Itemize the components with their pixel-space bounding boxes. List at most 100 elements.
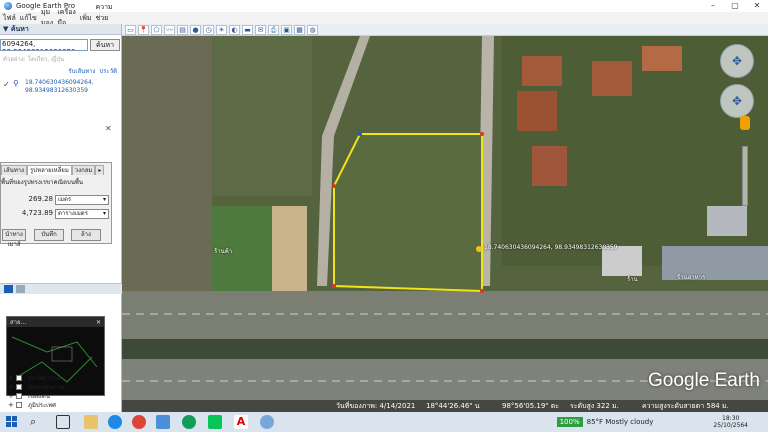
- windows-start-icon[interactable]: [6, 416, 18, 428]
- search-button[interactable]: ค้นหา: [90, 39, 120, 51]
- clear-button[interactable]: ล้าง: [71, 229, 101, 241]
- poi-label[interactable]: ร้านอาหาร: [677, 272, 705, 282]
- clock-date: 25/10/2564: [713, 422, 748, 429]
- sidebar-toggle-icon[interactable]: ▭: [125, 24, 136, 35]
- perimeter-unit-select[interactable]: เมตร ▾: [55, 195, 109, 205]
- placemark-label[interactable]: 18.740630436094264, 98.93498312630359: [484, 244, 618, 251]
- chevron-down-icon: ▾: [102, 196, 106, 203]
- layer-item[interactable]: + สภาพอากาศ: [8, 374, 120, 383]
- perimeter-value: 269.28: [28, 195, 54, 203]
- satellite-imagery: [122, 36, 768, 412]
- expand-icon[interactable]: +: [8, 392, 14, 401]
- historical-imagery-icon[interactable]: ◷: [203, 24, 214, 35]
- mini-window-title: สาย...: [10, 319, 27, 326]
- mail-icon[interactable]: [156, 415, 170, 429]
- mini-close-icon[interactable]: ✕: [96, 319, 101, 326]
- expand-icon[interactable]: +: [8, 401, 14, 410]
- poi-label[interactable]: ร้านค้า: [214, 246, 232, 256]
- expand-icon[interactable]: +: [8, 374, 14, 383]
- search-icon[interactable]: ⌕: [30, 415, 44, 429]
- ruler-tabs: เส้นทาง รูปหลายเหลี่ยม วงกลม ▸: [1, 165, 113, 175]
- layers-icon[interactable]: [16, 285, 25, 293]
- tour-icon[interactable]: ●: [190, 24, 201, 35]
- layer-label: เขตแดน: [28, 393, 50, 400]
- minimize-button[interactable]: –: [702, 0, 724, 12]
- file-explorer-icon[interactable]: [84, 415, 98, 429]
- path-icon[interactable]: 〰: [164, 24, 175, 35]
- get-directions-link[interactable]: รับเส้นทาง: [68, 66, 95, 76]
- area-row: 4,723.89 ตารางเมตร ▾: [1, 209, 113, 219]
- close-button[interactable]: ✕: [746, 0, 768, 12]
- search-section-header[interactable]: ▼ ค้นหา: [0, 24, 121, 35]
- expand-icon[interactable]: +: [8, 383, 14, 392]
- overlay-icon[interactable]: ▤: [177, 24, 188, 35]
- history-link[interactable]: ประวัติ: [99, 66, 117, 76]
- pin-icon: ⚲: [13, 79, 19, 88]
- globe-icon[interactable]: ◍: [307, 24, 318, 35]
- polygon-vertex[interactable]: [480, 132, 484, 136]
- polygon-vertex[interactable]: [358, 132, 362, 136]
- search-input[interactable]: 6094264, 98.93498312630359: [0, 39, 88, 51]
- area-unit-select[interactable]: ตารางเมตร ▾: [55, 209, 109, 219]
- checkbox[interactable]: [16, 402, 22, 408]
- save-image-icon[interactable]: ▣: [281, 24, 292, 35]
- save-button[interactable]: บันทึก: [34, 229, 64, 241]
- weather-widget[interactable]: 85°F Mostly cloudy: [587, 418, 654, 426]
- acrobat-icon[interactable]: A: [234, 415, 248, 429]
- street-view-pegman-icon[interactable]: [740, 116, 750, 130]
- google-earth-task-icon[interactable]: [260, 415, 274, 429]
- checkbox[interactable]: [16, 384, 22, 390]
- layer-item[interactable]: + ภูมิประเทศ: [8, 401, 120, 410]
- toolbar: ▭ 📍 ⬠ 〰 ▤ ● ◷ ☀ ◐ ▬ ✉ ⎙ ▣ ▦ ◍: [122, 24, 768, 36]
- tab-path[interactable]: เส้นทาง: [1, 165, 28, 175]
- navigation-controls: ✥ ✥: [720, 44, 754, 124]
- menu-add[interactable]: เพิ่ม: [80, 13, 92, 24]
- sunlight-icon[interactable]: ☀: [216, 24, 227, 35]
- chrome-icon[interactable]: [132, 415, 146, 429]
- search-result-text[interactable]: 18.740630436094264, 98.93498312630359: [25, 79, 121, 95]
- move-joystick-icon[interactable]: ✥: [720, 84, 754, 118]
- maximize-button[interactable]: ▢: [724, 0, 746, 12]
- checkbox[interactable]: [16, 393, 22, 399]
- polygon-vertex[interactable]: [332, 284, 336, 288]
- places-icon[interactable]: [4, 285, 13, 293]
- status-bar: วันที่ของภาพ: 4/14/2021 18°44'26.46" น 9…: [122, 400, 768, 412]
- battery-indicator[interactable]: 100%: [556, 417, 583, 427]
- area-unit-label: ตารางเมตร: [58, 210, 88, 217]
- mini-window-titlebar: สาย... ✕: [7, 317, 104, 327]
- menu-bar: ไฟล์ แก้ไข มุมมอง เครื่องมือ เพิ่ม ความช…: [0, 3, 122, 33]
- look-joystick-icon[interactable]: ✥: [720, 44, 754, 78]
- polygon-icon[interactable]: ⬠: [151, 24, 162, 35]
- tab-circle[interactable]: วงกลม: [71, 165, 96, 175]
- layer-item[interactable]: + เขตแดน: [8, 392, 120, 401]
- layer-item[interactable]: + ห้องแสดงภาพ: [8, 383, 120, 392]
- clock[interactable]: 18:30 25/10/2564: [713, 415, 748, 429]
- maps-icon[interactable]: ▦: [294, 24, 305, 35]
- maps-app-icon[interactable]: [182, 415, 196, 429]
- ruler-icon[interactable]: ▬: [242, 24, 253, 35]
- menu-file[interactable]: ไฟล์: [3, 13, 16, 24]
- close-results-icon[interactable]: ✕: [105, 124, 112, 133]
- task-view-icon[interactable]: [56, 415, 70, 429]
- places-toolbar: [0, 283, 122, 294]
- search-row: 6094264, 98.93498312630359 ค้นหา: [0, 38, 122, 52]
- email-icon[interactable]: ✉: [255, 24, 266, 35]
- imagery-date: วันที่ของภาพ: 4/14/2021: [336, 401, 416, 410]
- polygon-vertex[interactable]: [480, 289, 484, 293]
- line-app-icon[interactable]: [208, 415, 222, 429]
- poi-label[interactable]: ร้าน: [627, 274, 638, 284]
- edge-icon[interactable]: [108, 415, 122, 429]
- mouse-navigation-button[interactable]: นำทางเมาส์: [2, 229, 26, 248]
- checkbox[interactable]: [16, 375, 22, 381]
- print-icon[interactable]: ⎙: [268, 24, 279, 35]
- planet-icon[interactable]: ◐: [229, 24, 240, 35]
- menu-edit[interactable]: แก้ไข: [20, 13, 37, 24]
- placemark-icon[interactable]: 📍: [138, 24, 149, 35]
- map-view[interactable]: 18.740630436094264, 98.93498312630359 ร้…: [122, 36, 768, 412]
- zoom-slider[interactable]: [742, 146, 748, 206]
- layer-label: ห้องแสดงภาพ: [28, 384, 65, 391]
- tab-scroll-icon[interactable]: ▸: [95, 165, 105, 175]
- tab-polygon[interactable]: รูปหลายเหลี่ยม: [27, 165, 72, 175]
- polygon-vertex[interactable]: [332, 184, 336, 188]
- placemark-pin[interactable]: [476, 246, 482, 252]
